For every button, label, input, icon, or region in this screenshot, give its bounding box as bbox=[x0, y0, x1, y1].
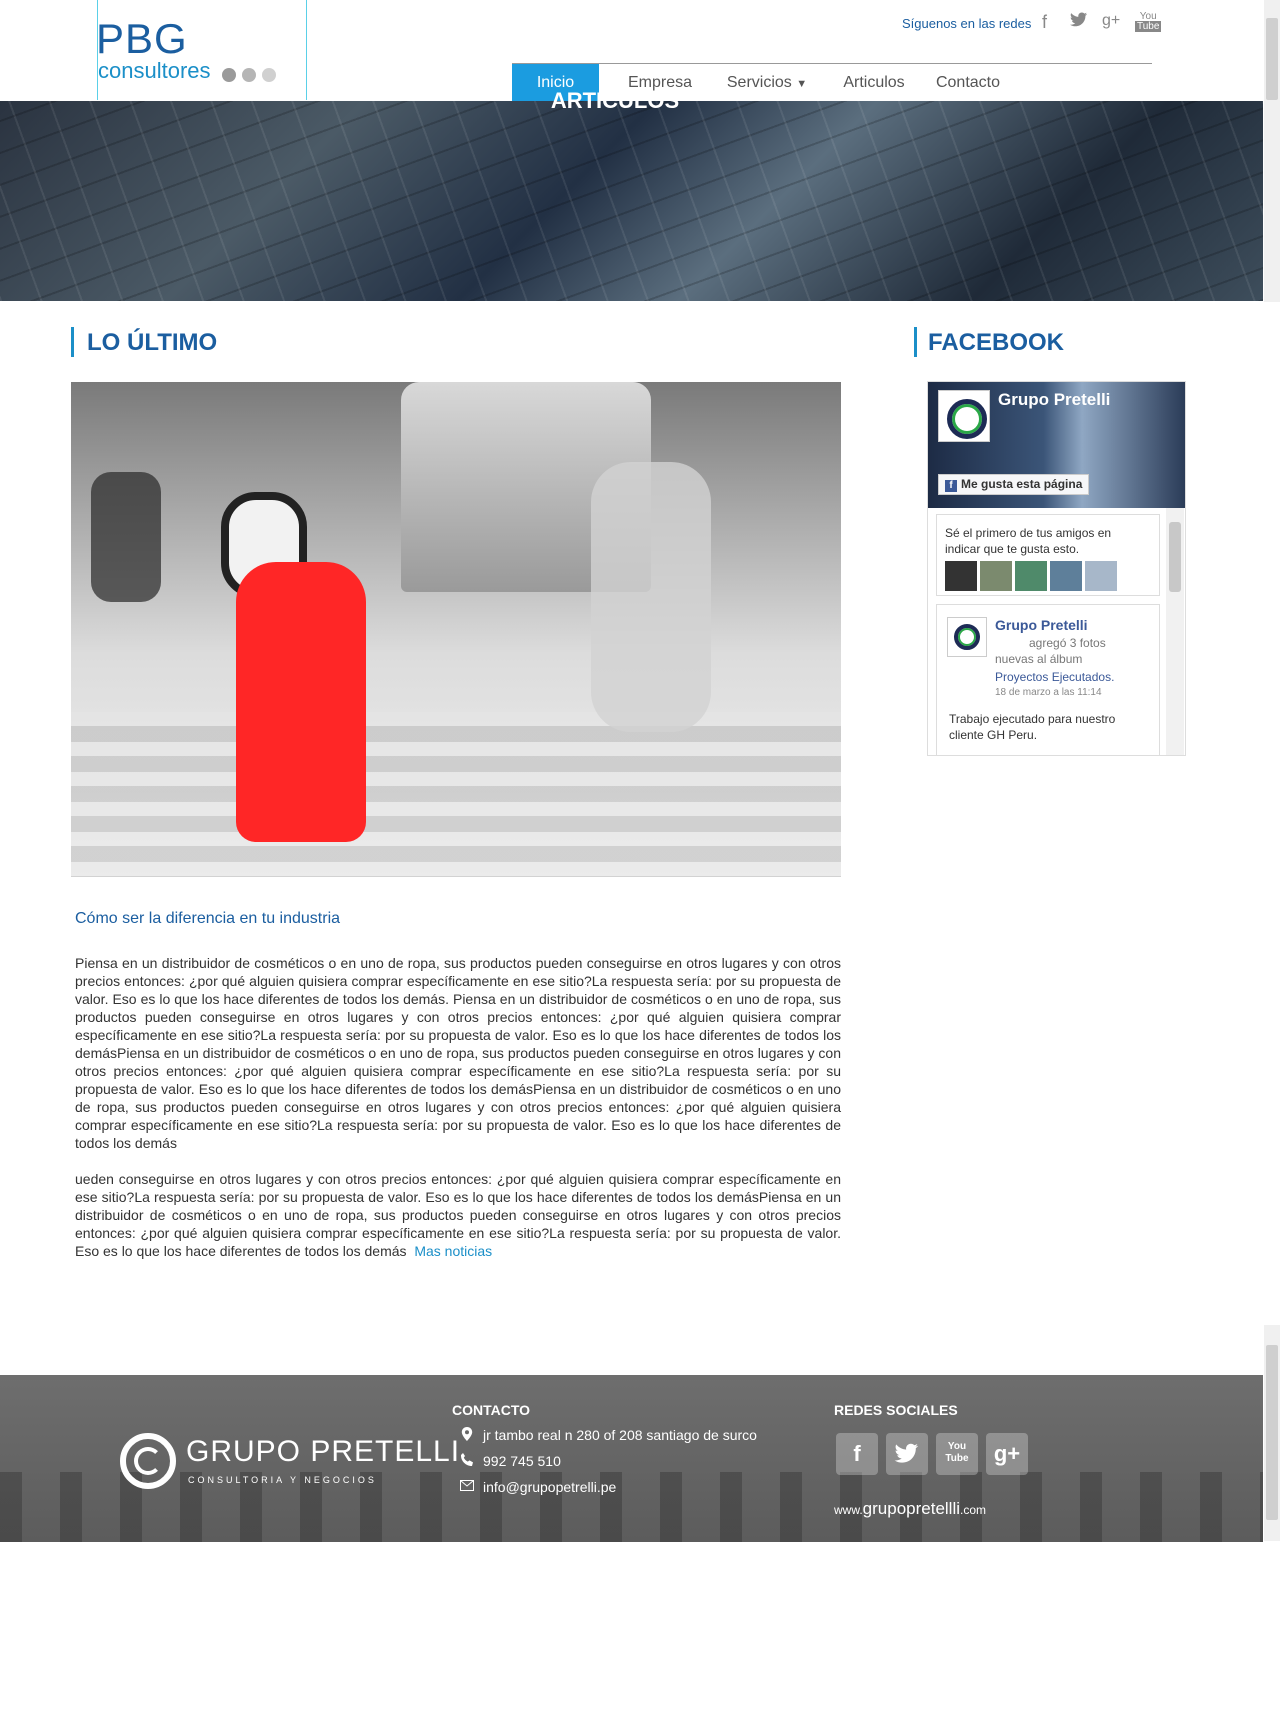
google-plus-icon[interactable]: g+ bbox=[986, 1433, 1028, 1475]
facebook-widget[interactable]: Grupo Pretelli f Me gusta esta página Sé … bbox=[927, 381, 1186, 756]
fb-logo-icon bbox=[954, 624, 980, 650]
hero-banner bbox=[0, 101, 1263, 301]
image-goat-sweater bbox=[236, 562, 366, 842]
footer-logo-sub: CONSULTORIA Y NEGOCIOS bbox=[188, 1475, 377, 1485]
footer-email[interactable]: info@grupopetrelli.pe bbox=[483, 1479, 616, 1495]
fb-post-action: agregó 3 fotos nuevas al álbum bbox=[995, 636, 1106, 666]
section-title-facebook: FACEBOOK bbox=[928, 329, 1065, 356]
fb-post-date[interactable]: 18 de marzo a las 11:14 bbox=[995, 687, 1102, 698]
logo-dot bbox=[222, 68, 236, 82]
section-marker bbox=[71, 327, 74, 357]
footer-logo-main: GRUPO PRETELLI bbox=[186, 1435, 461, 1468]
fb-page-name[interactable]: Grupo Pretelli bbox=[998, 390, 1110, 410]
envelope-icon bbox=[460, 1479, 474, 1494]
grupo-pretelli-logo-icon bbox=[120, 1433, 176, 1489]
fb-post-card: Grupo Pretelli agregó 3 fotos nuevas al … bbox=[936, 604, 1160, 755]
phone-icon bbox=[460, 1453, 474, 1470]
footer-website[interactable]: www.grupopretellli.com bbox=[834, 1499, 986, 1519]
nav-divider bbox=[512, 63, 1152, 64]
footer-url-prefix: www. bbox=[834, 1503, 863, 1517]
section-title-latest: LO ÚLTIMO bbox=[87, 329, 218, 356]
logo-sub: consultores bbox=[98, 58, 211, 83]
fb-logo-icon bbox=[947, 399, 987, 439]
facebook-icon: f bbox=[945, 480, 957, 492]
facebook-icon[interactable]: f bbox=[1042, 12, 1047, 33]
fb-friend-avatar[interactable] bbox=[1050, 561, 1082, 591]
fb-page-avatar[interactable] bbox=[938, 390, 990, 442]
footer-phone[interactable]: 992 745 510 bbox=[483, 1453, 561, 1469]
logo-dot bbox=[242, 68, 256, 82]
image-crosswalk bbox=[71, 712, 841, 877]
fb-scrollbar-thumb[interactable] bbox=[1169, 522, 1181, 592]
social-label: Síguenos en las redes bbox=[902, 16, 1032, 31]
hero-background bbox=[0, 101, 1263, 301]
logo-dot bbox=[262, 68, 276, 82]
fb-like-label: Me gusta esta página bbox=[961, 477, 1083, 491]
article-paragraph-1: Piensa en un distribuidor de cosméticos … bbox=[75, 955, 841, 1151]
youtube-icon[interactable]: You Tube bbox=[1135, 12, 1162, 32]
article-image[interactable] bbox=[71, 382, 841, 877]
scrollbar-thumb[interactable] bbox=[1266, 18, 1278, 100]
fb-friend-avatar[interactable] bbox=[1085, 561, 1117, 591]
fb-friends-text: Sé el primero de tus amigos en indicar q… bbox=[945, 526, 1112, 556]
twitter-icon[interactable] bbox=[886, 1433, 928, 1475]
location-pin-icon bbox=[460, 1427, 474, 1444]
fb-friends-card: Sé el primero de tus amigos en indicar q… bbox=[936, 514, 1160, 596]
hero-title: ARTICULOS bbox=[550, 88, 680, 113]
fb-post-author[interactable]: Grupo Pretelli bbox=[995, 617, 1088, 633]
section-marker bbox=[914, 327, 917, 357]
fb-like-button[interactable]: f Me gusta esta página bbox=[938, 474, 1090, 495]
fb-post-avatar[interactable] bbox=[947, 617, 987, 657]
footer-social-title: REDES SOCIALES bbox=[834, 1402, 958, 1418]
twitter-icon[interactable] bbox=[1070, 12, 1088, 33]
facebook-icon[interactable]: f bbox=[836, 1433, 878, 1475]
google-plus-icon[interactable]: g+ bbox=[1102, 12, 1120, 30]
fb-friend-avatar[interactable] bbox=[980, 561, 1012, 591]
footer: GRUPO PRETELLI CONSULTORIA Y NEGOCIOS CO… bbox=[0, 1375, 1263, 1542]
fb-post-album[interactable]: Proyectos Ejecutados. bbox=[995, 669, 1114, 685]
article-paragraph-2: ueden conseguirse en otros lugares y con… bbox=[75, 1170, 841, 1260]
youtube-icon[interactable]: You Tube bbox=[936, 1433, 978, 1475]
image-goat-blur bbox=[591, 462, 711, 732]
footer-url-suffix: .com bbox=[960, 1503, 987, 1517]
footer-url-main: grupopretellli bbox=[862, 1499, 961, 1518]
article-title[interactable]: Cómo ser la diferencia en tu industria bbox=[75, 910, 340, 928]
fb-friend-avatar[interactable] bbox=[945, 561, 977, 591]
fb-friend-avatar[interactable] bbox=[1015, 561, 1047, 591]
fb-post-text: Trabajo ejecutado para nuestro cliente G… bbox=[949, 712, 1116, 742]
more-news-link[interactable]: Mas noticias bbox=[414, 1243, 492, 1259]
image-goat-dark bbox=[91, 472, 161, 602]
logo-main[interactable]: PBG bbox=[96, 18, 188, 60]
scrollbar-thumb[interactable] bbox=[1266, 1345, 1278, 1520]
footer-address: jr tambo real n 280 of 208 santiago de s… bbox=[483, 1427, 757, 1443]
footer-contact-title: CONTACTO bbox=[452, 1402, 531, 1418]
